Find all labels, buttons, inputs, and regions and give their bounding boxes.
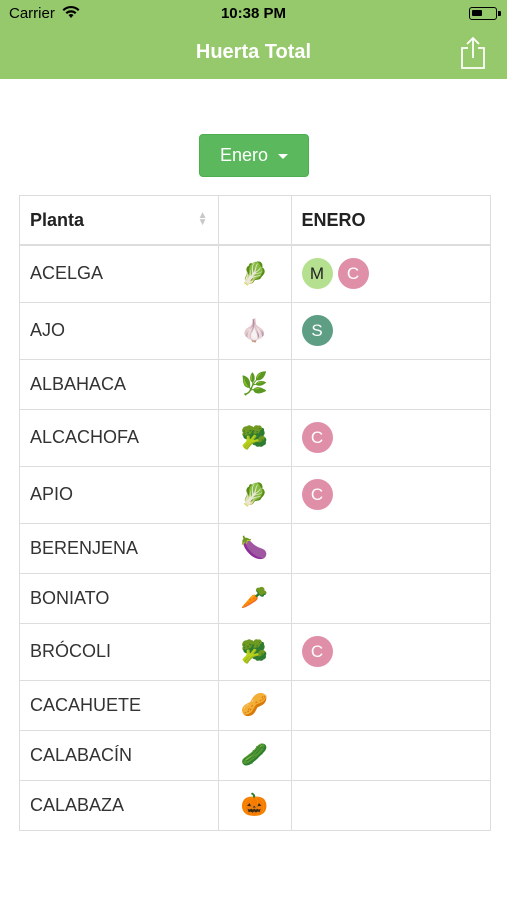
table-row: ALCACHOFA 🥦 C [20, 409, 490, 467]
plant-name: BERENJENA [20, 523, 219, 574]
plant-icon: 🎃 [218, 780, 292, 831]
plant-icon: 🥬 [218, 466, 292, 524]
plant-name: ACELGA [20, 245, 219, 303]
clock: 10:38 PM [220, 5, 287, 22]
activity-badge: C [301, 636, 333, 667]
month-activity-cell [291, 780, 490, 831]
plant-name: CALABACÍN [20, 730, 219, 781]
table-row: ALBAHACA 🌿 [20, 359, 490, 410]
activity-badge: S [301, 315, 333, 346]
month-activity-cell [291, 359, 490, 410]
month-dropdown-button[interactable]: Enero [199, 134, 309, 177]
table-row: BERENJENA 🍆 [20, 523, 490, 574]
month-activity-cell: C [291, 623, 490, 681]
plant-icon: 🥦 [218, 623, 292, 681]
plant-icon: 🥜 [218, 680, 292, 731]
month-activity-cell [291, 523, 490, 574]
month-activity-cell: C [291, 409, 490, 467]
battery-icon [469, 7, 501, 20]
month-activity-cell: S [291, 302, 490, 360]
plant-icon: 🌿 [218, 359, 292, 410]
column-header-plant[interactable]: Planta ▲ ▼ [20, 196, 219, 246]
plant-name: APIO [20, 466, 219, 524]
plant-name: ALBAHACA [20, 359, 219, 410]
plant-icon: 🥦 [218, 409, 292, 467]
plant-icon: 🍆 [218, 523, 292, 574]
table-row: AJO 🧄 S [20, 302, 490, 360]
plant-name: CALABAZA [20, 780, 219, 831]
month-activity-cell: MC [291, 245, 490, 303]
table-row: BONIATO 🥕 [20, 573, 490, 624]
caret-down-icon [278, 154, 289, 159]
activity-badge: C [301, 422, 333, 453]
app-title: Huerta Total [195, 41, 312, 63]
table-row: BRÓCOLI 🥦 C [20, 623, 490, 681]
plant-name: BONIATO [20, 573, 219, 624]
month-dropdown-label: Enero [219, 145, 269, 165]
plant-name: CACAHUETE [20, 680, 219, 731]
activity-badge: C [337, 258, 369, 290]
table-row: CALABAZA 🎃 [20, 780, 490, 831]
month-activity-cell: C [291, 466, 490, 524]
plant-name: AJO [20, 302, 219, 360]
table-header-row: Planta ▲ ▼ ENERO [20, 196, 490, 246]
column-header-month: ENERO [291, 196, 490, 246]
sort-icon[interactable]: ▲ ▼ [198, 210, 208, 227]
table-row: ACELGA 🥬 M C [20, 245, 490, 303]
plant-icon: 🥬 [218, 245, 292, 303]
plant-icon: 🧄 [218, 302, 292, 360]
table-row: CACAHUETE 🥜 [20, 680, 490, 731]
activity-badge: C [301, 479, 333, 510]
share-icon[interactable] [459, 36, 487, 70]
column-header-icon [218, 196, 292, 246]
nav-bar: Huerta Total [0, 28, 507, 79]
table-row: CALABACÍN 🥒 [20, 730, 490, 781]
plant-icon: 🥒 [218, 730, 292, 781]
month-activity-cell [291, 573, 490, 624]
calendar-table: Planta ▲ ▼ ENERO ACELGA 🥬 M C AJO 🧄 S ALBAHACA 🌿 A… [19, 195, 491, 831]
plant-name: ALCACHOFA [20, 409, 219, 467]
plant-icon: 🥕 [218, 573, 292, 624]
plant-name: BRÓCOLI [20, 623, 219, 681]
month-activity-cell [291, 680, 490, 731]
status-bar: Carrier 10:38 PM [0, 0, 507, 28]
activity-badge: M [301, 258, 333, 290]
month-activity-cell [291, 730, 490, 781]
table-row: APIO 🥬 C [20, 466, 490, 524]
